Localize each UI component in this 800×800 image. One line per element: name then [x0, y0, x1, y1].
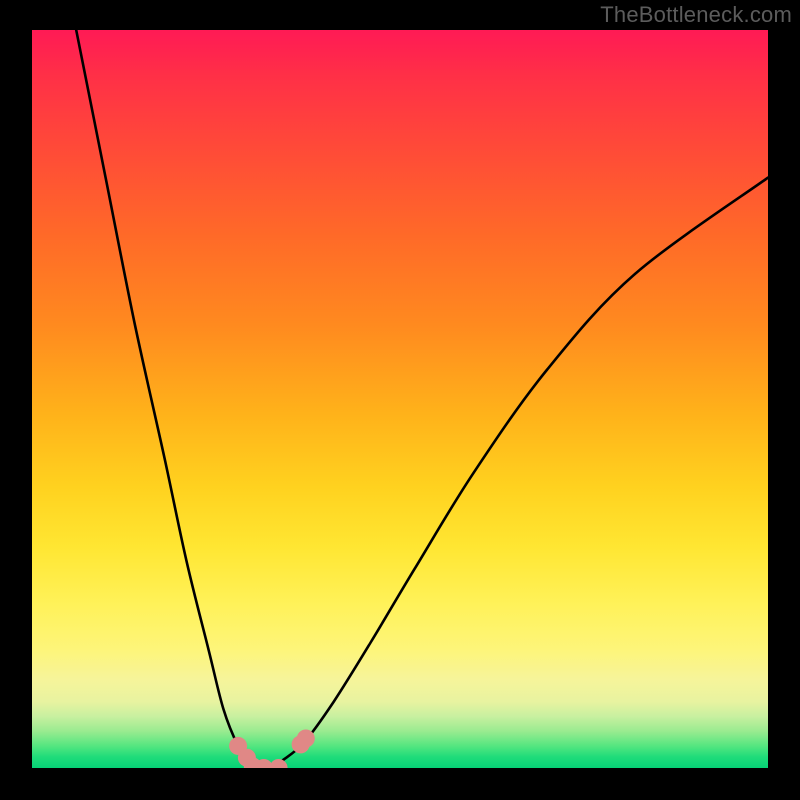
chart-stage: TheBottleneck.com: [0, 0, 800, 800]
curve-path: [76, 30, 768, 768]
watermark-label: TheBottleneck.com: [600, 2, 792, 28]
marker-g: [297, 730, 315, 748]
plot-area: [32, 30, 768, 768]
bottleneck-curve: [32, 30, 768, 768]
marker-e: [270, 759, 288, 768]
marker-layer: [229, 730, 315, 769]
